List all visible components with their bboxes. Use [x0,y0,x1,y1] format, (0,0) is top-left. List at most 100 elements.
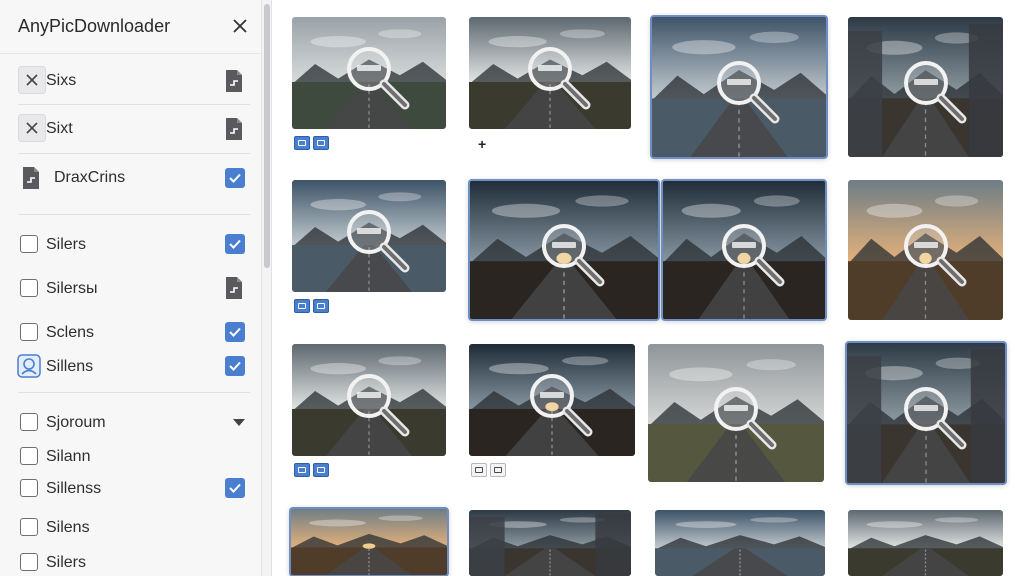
image-tile[interactable] [469,17,631,129]
select-icon[interactable] [294,299,310,313]
image-tile[interactable] [848,17,1003,157]
magnifier-icon[interactable] [538,220,610,292]
image-icon[interactable] [313,463,329,477]
image-icon[interactable] [313,136,329,150]
checkbox[interactable] [20,323,38,341]
select-icon[interactable] [294,136,310,150]
sidebar-item-label: Sixt [46,120,73,137]
app-title: AnyPicDownloader [18,16,171,36]
image-tile[interactable] [650,15,828,159]
magnifier-icon[interactable] [710,383,782,455]
remove-item-button[interactable] [18,66,46,94]
magnifier-icon[interactable] [900,383,972,455]
select-icon[interactable] [294,463,310,477]
filter-label: Silers [46,554,87,571]
select-icon[interactable] [471,463,487,477]
magnifier-icon[interactable] [343,43,415,115]
image-tile[interactable] [292,180,446,292]
magnifier-icon[interactable] [343,370,415,442]
checkbox[interactable] [20,518,38,536]
image-tile[interactable] [469,510,631,576]
image-tile[interactable] [468,179,660,321]
filter-option[interactable]: Sillenss [0,476,262,500]
sidebar-item-1[interactable]: Sixs [0,66,262,96]
magnifier-icon[interactable] [526,370,598,442]
add-marker[interactable]: + [478,136,486,152]
filter-dropdown[interactable]: Sjoroum [0,410,262,434]
checkbox[interactable] [20,413,38,431]
image-tile[interactable] [661,179,827,321]
tile-badges [294,463,329,477]
tile-badges [294,136,329,150]
checked-checkbox[interactable] [225,168,245,188]
document-icon[interactable] [224,69,244,93]
image-gallery [272,0,1024,576]
image-icon[interactable] [313,299,329,313]
filter-option[interactable]: Silann [0,444,262,468]
filter-option[interactable]: Sclens [0,320,262,344]
check-icon [229,239,241,249]
sidebar-scrollbar[interactable] [262,0,272,576]
check-icon [229,483,241,493]
document-icon [23,167,39,189]
close-icon [26,122,38,134]
photo-thumbnail [469,510,631,576]
image-tile[interactable] [655,510,825,576]
divider [18,214,250,215]
filter-label: Sillens [46,358,94,375]
checkbox[interactable] [20,279,38,297]
filter-label: Sclens [46,324,95,341]
sidebar-item-3[interactable]: DraxCrins [0,163,262,193]
sidebar-item-label: DraxCrins [54,169,126,186]
check-icon [229,173,241,183]
checked-checkbox[interactable] [225,234,245,254]
document-icon[interactable] [224,117,244,141]
close-button[interactable] [228,14,252,38]
image-icon[interactable] [490,463,506,477]
tile-badges [294,299,329,313]
chevron-down-icon[interactable] [233,419,245,426]
filter-option[interactable]: Silersы [0,276,262,300]
filter-label: Sillenss [46,480,102,497]
filter-label: Sjoroum [46,414,106,431]
document-icon[interactable] [224,276,244,300]
close-icon [233,19,247,33]
checkbox[interactable] [20,235,38,253]
magnifier-icon[interactable] [900,220,972,292]
checkbox[interactable] [20,479,38,497]
image-tile[interactable] [292,17,446,129]
checkbox[interactable] [20,553,38,571]
remove-item-button[interactable] [18,114,46,142]
checked-checkbox[interactable] [225,478,245,498]
magnifier-icon[interactable] [900,57,972,129]
filter-label: Silann [46,448,91,465]
filter-label: Silersы [46,280,98,297]
image-tile[interactable] [648,344,824,482]
sidebar-item-label: Sixs [46,72,77,89]
scrollbar-thumb[interactable] [264,4,270,268]
sidebar-item-2[interactable]: Sixt [0,114,262,144]
magnifier-icon[interactable] [343,206,415,278]
checkbox[interactable] [20,447,38,465]
filter-option[interactable]: Silens [0,515,262,539]
check-icon [229,361,241,371]
filter-option[interactable]: Silers [0,232,262,256]
image-tile[interactable] [848,180,1003,320]
image-tile[interactable] [292,344,446,456]
magnifier-icon[interactable] [713,57,785,129]
tile-badges [471,463,506,477]
image-tile[interactable] [289,507,449,576]
check-icon [229,327,241,337]
divider [18,153,250,154]
checked-checkbox[interactable] [225,322,245,342]
image-tile[interactable] [845,341,1007,485]
magnifier-icon[interactable] [718,220,790,292]
divider [18,392,250,393]
image-tile[interactable] [848,510,1003,576]
divider [18,104,250,105]
magnifier-icon[interactable] [524,43,596,115]
filter-option[interactable]: Sillens [0,354,262,378]
checked-checkbox[interactable] [225,356,245,376]
filter-option[interactable]: Silers [0,550,262,574]
image-tile[interactable] [469,344,635,456]
